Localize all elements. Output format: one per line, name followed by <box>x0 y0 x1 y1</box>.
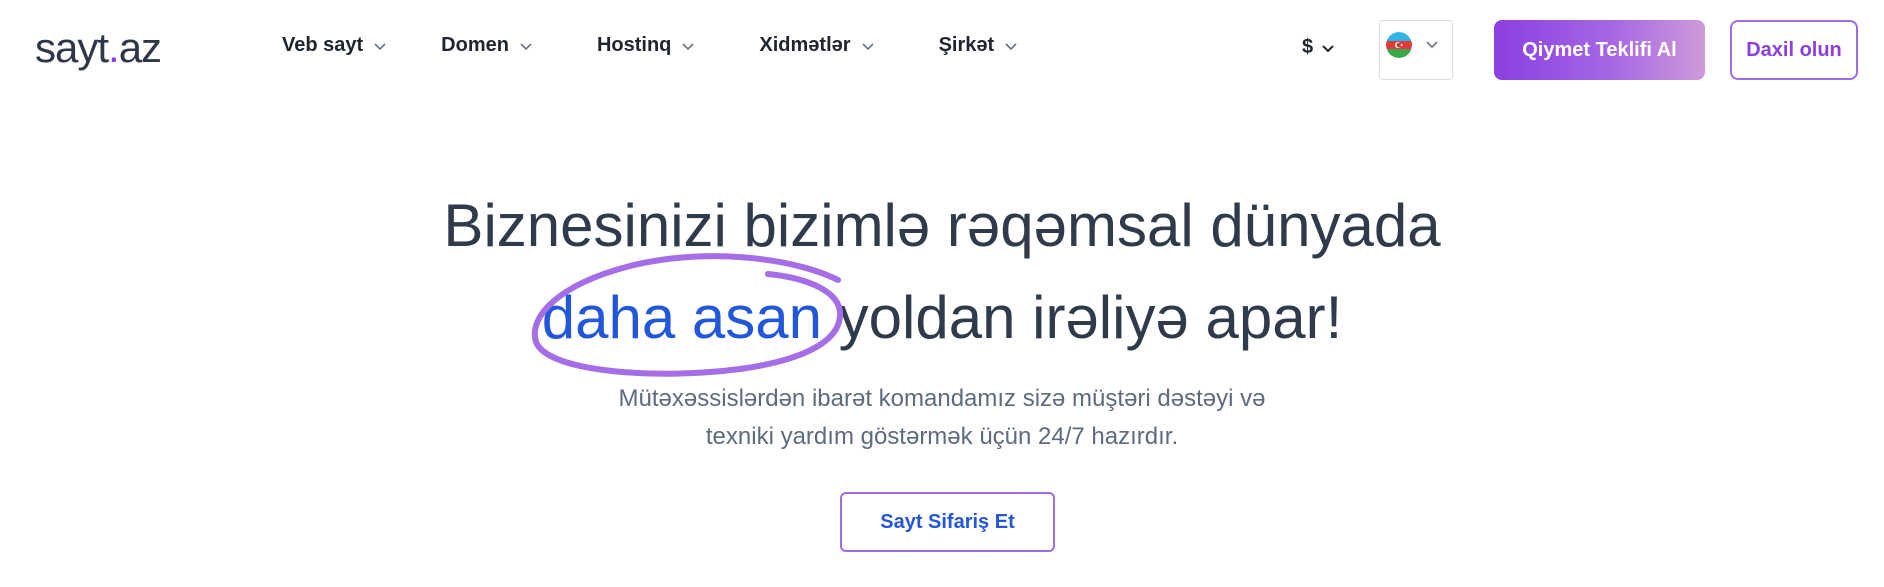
nav-item-label: Hostinq <box>596 34 672 56</box>
chevron-down-icon <box>1005 42 1017 50</box>
nav-item-label: Veb sayt <box>282 34 364 56</box>
currency-selector[interactable]: $ <box>1302 36 1335 59</box>
chevron-down-icon <box>1322 44 1334 52</box>
order-website-button[interactable]: Sayt Sifariş Et <box>840 492 1055 552</box>
nav-item-label: Domen <box>441 34 509 56</box>
nav-item-veb-sayt[interactable]: Veb sayt <box>282 34 387 57</box>
nav-item-domen[interactable]: Domen <box>441 34 533 57</box>
site-header: sayt.az Veb sayt Domen Hostinq Xidmətlər… <box>0 0 1884 100</box>
nav-item-label: Xidmətlər <box>759 34 851 56</box>
chevron-down-icon <box>1426 41 1438 49</box>
nav-item-label: Şirkət <box>938 34 995 56</box>
hero-subtitle-line2: texniki yardım göstərmək üçün 24/7 hazır… <box>705 423 1179 450</box>
hero-subtitle-line1: Mütəxəssislərdən ibarət komandamız sizə … <box>618 385 1266 412</box>
nav-item-sirket[interactable]: Şirkət <box>939 34 1019 57</box>
chevron-down-icon <box>861 42 874 50</box>
nav-item-xidmetler[interactable]: Xidmətlər <box>759 34 874 57</box>
hero-section: Biznesinizi bizimlə rəqəmsal dünyada dah… <box>0 100 1884 587</box>
nav-item-hostinq[interactable]: Hostinq <box>597 34 695 57</box>
hero-title-accent: daha asan <box>541 284 822 351</box>
hero-title-line1: Biznesinizi bizimlə rəqəmsal dünyada <box>443 192 1441 259</box>
main-nav: Veb sayt Domen Hostinq Xidmətlər Şirkət <box>282 34 1058 57</box>
chevron-down-icon <box>682 42 694 50</box>
chevron-down-icon <box>374 42 386 50</box>
language-selector[interactable] <box>1379 20 1453 80</box>
logo-dot: . <box>108 24 120 71</box>
hero-title-line2: daha asan yoldan irəliyə apar! <box>0 282 1884 354</box>
chevron-down-icon <box>520 42 532 50</box>
hero-title-rest: yoldan irəliyə apar! <box>821 284 1343 351</box>
azerbaijan-flag-icon <box>1386 32 1412 58</box>
currency-label: $ <box>1302 36 1314 58</box>
login-button[interactable]: Daxil olun <box>1730 20 1858 80</box>
site-logo[interactable]: sayt.az <box>35 20 162 76</box>
get-quote-button[interactable]: Qiymet Teklifi Al <box>1494 20 1705 80</box>
